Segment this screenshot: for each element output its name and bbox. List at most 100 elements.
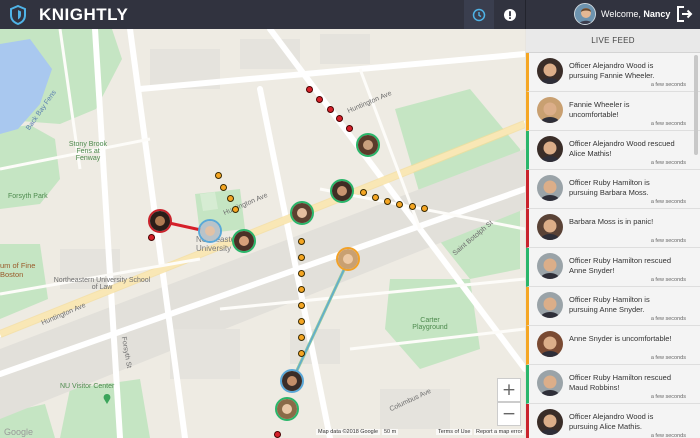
avatar: [537, 253, 563, 279]
terms-link[interactable]: Terms of Use: [436, 429, 473, 435]
avatar: [537, 58, 563, 84]
shield-logo-icon: [6, 3, 30, 27]
person-pin[interactable]: [275, 397, 299, 421]
avatar: [537, 97, 563, 123]
path-dot: [346, 125, 353, 132]
feed-timestamp: a few seconds: [650, 121, 686, 127]
google-logo: Google: [4, 427, 34, 437]
feed-item[interactable]: Officer Ruby Hamilton is pursuing Anne S…: [526, 287, 700, 326]
feed-item[interactable]: Officer Ruby Hamilton rescued Anne Snyde…: [526, 248, 700, 287]
feed-item[interactable]: Anne Snyder is uncomfortable! a few secon…: [526, 326, 700, 365]
path-dot: [148, 234, 155, 241]
path-dot: [298, 238, 305, 245]
person-pin[interactable]: [356, 133, 380, 157]
person-pin[interactable]: [336, 247, 360, 271]
feed-message: Officer Alejandro Wood rescued Alice Mat…: [569, 139, 675, 158]
user-menu[interactable]: Welcome, Nancy: [574, 3, 670, 25]
path-dot: [274, 431, 281, 438]
officer-pin[interactable]: [198, 219, 222, 243]
map-label: Carter Playground: [412, 317, 448, 331]
path-dot: [384, 198, 391, 205]
top-divider: [525, 0, 526, 29]
path-dot: [298, 350, 305, 357]
feed-scrollbar[interactable]: [694, 55, 698, 155]
map-base: [0, 29, 525, 438]
feed-message: Officer Alejandro Wood is pursuing Alice…: [569, 412, 654, 431]
path-dot: [336, 115, 343, 122]
logout-icon: [677, 6, 693, 22]
app-title: KNIGHTLY: [39, 4, 129, 24]
feed-message: Fannie Wheeler is uncomfortable!: [569, 100, 630, 119]
map-attribution: Map data ©2018 Google: [316, 429, 381, 435]
feed-message: Officer Ruby Hamilton is pursuing Anne S…: [569, 295, 650, 314]
officer-pin[interactable]: [280, 369, 304, 393]
path-dot: [232, 206, 239, 213]
person-pin[interactable]: [232, 229, 256, 253]
map-label: um of Fine Boston: [0, 261, 36, 279]
live-feed: LIVE FEED Officer Alejandro Wood is purs…: [526, 29, 700, 438]
person-pin[interactable]: [290, 201, 314, 225]
feed-timestamp: a few seconds: [650, 160, 686, 166]
feed-item[interactable]: Fannie Wheeler is uncomfortable! a few se…: [526, 92, 700, 131]
map-scale: 50 m: [382, 429, 399, 435]
feed-item[interactable]: Officer Ruby Hamilton is pursuing Barbar…: [526, 170, 700, 209]
logout-button[interactable]: [676, 5, 694, 23]
feed-header: LIVE FEED: [526, 29, 700, 53]
avatar: [537, 214, 563, 240]
feed-timestamp: a few seconds: [650, 82, 686, 88]
feed-item[interactable]: Officer Alejandro Wood is pursuing Fanni…: [526, 53, 700, 92]
path-dot: [306, 86, 313, 93]
path-dot: [215, 172, 222, 179]
map-label: NU Visitor Center: [60, 383, 115, 390]
feed-timestamp: a few seconds: [650, 277, 686, 283]
path-dot: [421, 205, 428, 212]
path-dot: [396, 201, 403, 208]
path-dot: [360, 189, 367, 196]
avatar: [574, 3, 596, 25]
feed-list[interactable]: Officer Alejandro Wood is pursuing Fanni…: [526, 53, 700, 438]
path-dot: [298, 270, 305, 277]
feed-message: Officer Ruby Hamilton is pursuing Barbar…: [569, 178, 650, 197]
path-dot: [298, 286, 305, 293]
path-dot: [316, 96, 323, 103]
report-link[interactable]: Report a map error: [474, 429, 525, 435]
feed-timestamp: a few seconds: [650, 394, 686, 400]
feed-timestamp: a few seconds: [650, 433, 686, 438]
feed-item[interactable]: Barbara Moss is in panic! a few seconds: [526, 209, 700, 248]
path-dot: [220, 184, 227, 191]
avatar: [537, 331, 563, 357]
feed-item[interactable]: Officer Alejandro Wood rescued Alice Mat…: [526, 131, 700, 170]
alert-icon: [504, 8, 516, 21]
feed-message: Officer Alejandro Wood is pursuing Fanni…: [569, 61, 655, 80]
feed-timestamp: a few seconds: [650, 316, 686, 322]
feed-message: Officer Ruby Hamilton rescued Anne Snyde…: [569, 256, 671, 275]
person-pin[interactable]: [148, 209, 172, 233]
path-dot: [327, 106, 334, 113]
map-label: Stony Brook Fens at Fenway: [68, 141, 108, 162]
alerts-button[interactable]: [495, 0, 525, 29]
avatar: [537, 292, 563, 318]
feed-timestamp: a few seconds: [650, 355, 686, 361]
feed-message: Anne Snyder is uncomfortable!: [569, 334, 672, 343]
feed-message: Officer Ruby Hamilton rescued Maud Robbi…: [569, 373, 671, 392]
path-dot: [298, 318, 305, 325]
zoom-out-button[interactable]: −: [497, 402, 521, 426]
welcome-text: Welcome, Nancy: [601, 9, 671, 19]
feed-message: Barbara Moss is in panic!: [569, 217, 654, 226]
path-dot: [227, 195, 234, 202]
map[interactable]: Back Bay Fens Huntington Ave Huntington …: [0, 29, 525, 438]
feed-item[interactable]: Officer Ruby Hamilton rescued Maud Robbi…: [526, 365, 700, 404]
history-button[interactable]: [464, 0, 494, 29]
feed-timestamp: a few seconds: [650, 199, 686, 205]
zoom-in-button[interactable]: +: [497, 378, 521, 402]
avatar: [537, 175, 563, 201]
feed-item[interactable]: Officer Alejandro Wood is pursuing Alice…: [526, 404, 700, 438]
path-dot: [298, 254, 305, 261]
person-pin[interactable]: [330, 179, 354, 203]
avatar: [537, 409, 563, 435]
map-label: Northeastern University School of Law: [53, 277, 151, 291]
clock-icon: [472, 8, 486, 21]
user-name: Nancy: [643, 9, 671, 19]
path-dot: [409, 203, 416, 210]
feed-timestamp: a few seconds: [650, 238, 686, 244]
